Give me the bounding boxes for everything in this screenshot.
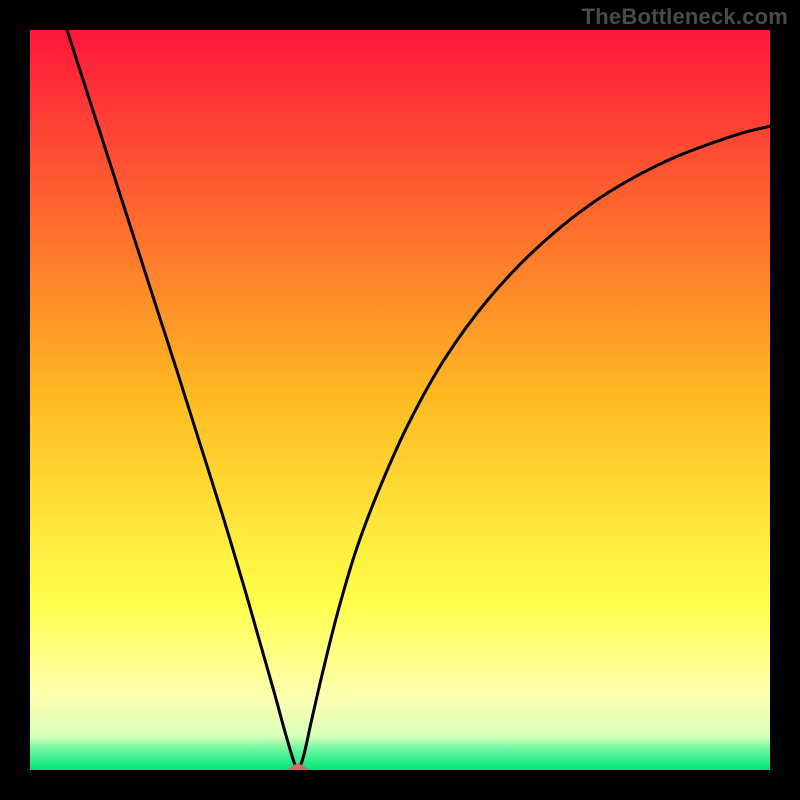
plot-area	[30, 30, 770, 770]
chart-frame: TheBottleneck.com	[0, 0, 800, 800]
bottleneck-chart	[30, 30, 770, 770]
gradient-background	[30, 30, 770, 770]
watermark-text: TheBottleneck.com	[582, 4, 788, 30]
